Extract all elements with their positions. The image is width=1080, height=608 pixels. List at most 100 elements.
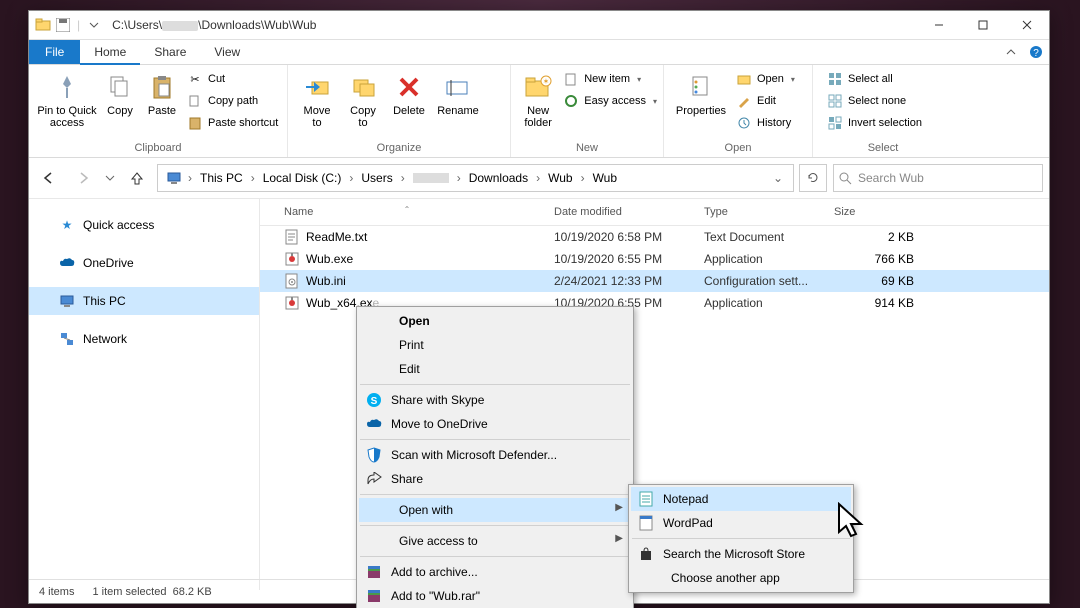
nav-onedrive[interactable]: OneDrive xyxy=(29,249,259,277)
new-folder-button[interactable]: ✶Newfolder xyxy=(517,69,559,129)
delete-button[interactable]: Delete xyxy=(386,69,432,117)
share-tab[interactable]: Share xyxy=(140,40,200,64)
close-button[interactable] xyxy=(1005,11,1049,39)
column-headers[interactable]: ⌃Name Date modified Type Size xyxy=(260,199,1049,226)
navigation-pane: ★Quick access OneDrive This PC Network xyxy=(29,199,260,590)
nav-this-pc[interactable]: This PC xyxy=(29,287,259,315)
search-input[interactable]: Search Wub xyxy=(833,164,1043,192)
search-icon xyxy=(838,171,852,185)
ctx-share-skype[interactable]: SShare with Skype xyxy=(359,388,631,412)
new-item-button[interactable]: New item ▾ xyxy=(563,69,657,89)
paste-shortcut-button[interactable]: Paste shortcut xyxy=(187,113,278,133)
ctx-move-onedrive[interactable]: Move to OneDrive xyxy=(359,412,631,436)
window-path: C:\Users\\Downloads\Wub\Wub xyxy=(112,18,316,32)
copy-button[interactable]: Copy xyxy=(99,69,141,117)
nav-network[interactable]: Network xyxy=(29,325,259,353)
edit-icon xyxy=(736,93,752,109)
col-type[interactable]: Type xyxy=(704,206,834,218)
help-icon[interactable]: ? xyxy=(1023,40,1049,64)
copy-to-icon xyxy=(347,71,379,103)
ctx-edit[interactable]: Edit xyxy=(359,357,631,381)
sub-notepad[interactable]: Notepad xyxy=(631,487,851,511)
ribbon-tabs: File Home Share View ? xyxy=(29,40,1049,65)
breadcrumb-box[interactable]: ›This PC›Local Disk (C:)›Users››Download… xyxy=(157,164,794,192)
properties-icon xyxy=(685,71,717,103)
history-button[interactable]: History xyxy=(736,113,795,133)
col-name[interactable]: ⌃Name xyxy=(260,206,554,218)
nav-quick-access[interactable]: ★Quick access xyxy=(29,211,259,239)
select-all-button[interactable]: Select all xyxy=(827,69,922,89)
address-bar: ›This PC›Local Disk (C:)›Users››Download… xyxy=(29,158,1049,199)
store-icon xyxy=(637,547,655,561)
new-item-icon xyxy=(563,71,579,87)
sub-choose[interactable]: Choose another app xyxy=(631,566,851,590)
file-row[interactable]: Wub.exe10/19/2020 6:55 PMApplication766 … xyxy=(260,248,1049,270)
ctx-share[interactable]: Share xyxy=(359,467,631,491)
svg-text:S: S xyxy=(371,396,378,407)
cut-button[interactable]: ✂Cut xyxy=(187,69,278,89)
invert-selection-button[interactable]: Invert selection xyxy=(827,113,922,133)
select-all-icon xyxy=(827,71,843,87)
wordpad-icon xyxy=(637,515,655,531)
paste-button[interactable]: Paste xyxy=(141,69,183,117)
file-icon xyxy=(284,295,300,311)
star-icon: ★ xyxy=(59,217,75,233)
ctx-open[interactable]: Open xyxy=(359,309,631,333)
ctx-print[interactable]: Print xyxy=(359,333,631,357)
notepad-icon xyxy=(637,491,655,507)
winrar-icon xyxy=(365,589,383,603)
skype-icon: S xyxy=(365,392,383,408)
easy-access-button[interactable]: Easy access ▾ xyxy=(563,91,657,111)
breadcrumb-dropdown-icon[interactable]: ⌄ xyxy=(767,171,789,185)
file-tab[interactable]: File xyxy=(29,40,80,64)
status-count: 4 items xyxy=(39,586,74,598)
clipboard-group-label: Clipboard xyxy=(29,141,287,157)
save-icon[interactable] xyxy=(55,17,71,33)
shield-icon xyxy=(365,447,383,463)
cloud-icon xyxy=(365,418,383,430)
properties-button[interactable]: Properties xyxy=(670,69,732,117)
scissors-icon: ✂ xyxy=(187,71,203,87)
select-none-button[interactable]: Select none xyxy=(827,91,922,111)
edit-button[interactable]: Edit xyxy=(736,91,795,111)
sub-store[interactable]: Search the Microsoft Store xyxy=(631,542,851,566)
forward-button[interactable] xyxy=(69,164,97,192)
copy-path-button[interactable]: Copy path xyxy=(187,91,278,111)
new-group-label: New xyxy=(511,141,663,157)
delete-icon xyxy=(393,71,425,103)
ctx-add-wub-rar[interactable]: Add to "Wub.rar" xyxy=(359,584,631,608)
recent-dropdown[interactable] xyxy=(103,164,117,192)
home-tab[interactable]: Home xyxy=(80,40,140,65)
copy-to-button[interactable]: Copyto xyxy=(340,69,386,129)
ctx-open-with[interactable]: Open with▶ xyxy=(359,498,631,522)
ctx-defender[interactable]: Scan with Microsoft Defender... xyxy=(359,443,631,467)
open-icon xyxy=(736,71,752,87)
file-row[interactable]: ReadMe.txt10/19/2020 6:58 PMText Documen… xyxy=(260,226,1049,248)
maximize-button[interactable] xyxy=(961,11,1005,39)
open-button[interactable]: Open ▾ xyxy=(736,69,795,89)
view-tab[interactable]: View xyxy=(200,40,254,64)
ctx-add-archive[interactable]: Add to archive... xyxy=(359,560,631,584)
organize-group-label: Organize xyxy=(288,141,510,157)
back-button[interactable] xyxy=(35,164,63,192)
col-date[interactable]: Date modified xyxy=(554,206,704,218)
rename-button[interactable]: Rename xyxy=(432,69,484,117)
move-to-icon xyxy=(301,71,333,103)
refresh-button[interactable] xyxy=(799,164,827,192)
pc-icon xyxy=(59,293,75,309)
ribbon-collapse-icon[interactable] xyxy=(999,40,1023,64)
paste-shortcut-icon xyxy=(187,115,203,131)
dropdown-icon[interactable] xyxy=(86,17,102,33)
col-size[interactable]: Size xyxy=(834,206,934,218)
move-to-button[interactable]: Moveto xyxy=(294,69,340,129)
sub-wordpad[interactable]: WordPad xyxy=(631,511,851,535)
up-button[interactable] xyxy=(123,164,151,192)
winrar-icon xyxy=(365,565,383,579)
paste-icon xyxy=(146,71,178,103)
ctx-give-access[interactable]: Give access to▶ xyxy=(359,529,631,553)
file-icon xyxy=(284,273,300,289)
file-row[interactable]: Wub.ini2/24/2021 12:33 PMConfiguration s… xyxy=(260,270,1049,292)
pin-quick-access-button[interactable]: Pin to Quickaccess xyxy=(35,69,99,129)
minimize-button[interactable] xyxy=(917,11,961,39)
share-icon xyxy=(365,472,383,486)
